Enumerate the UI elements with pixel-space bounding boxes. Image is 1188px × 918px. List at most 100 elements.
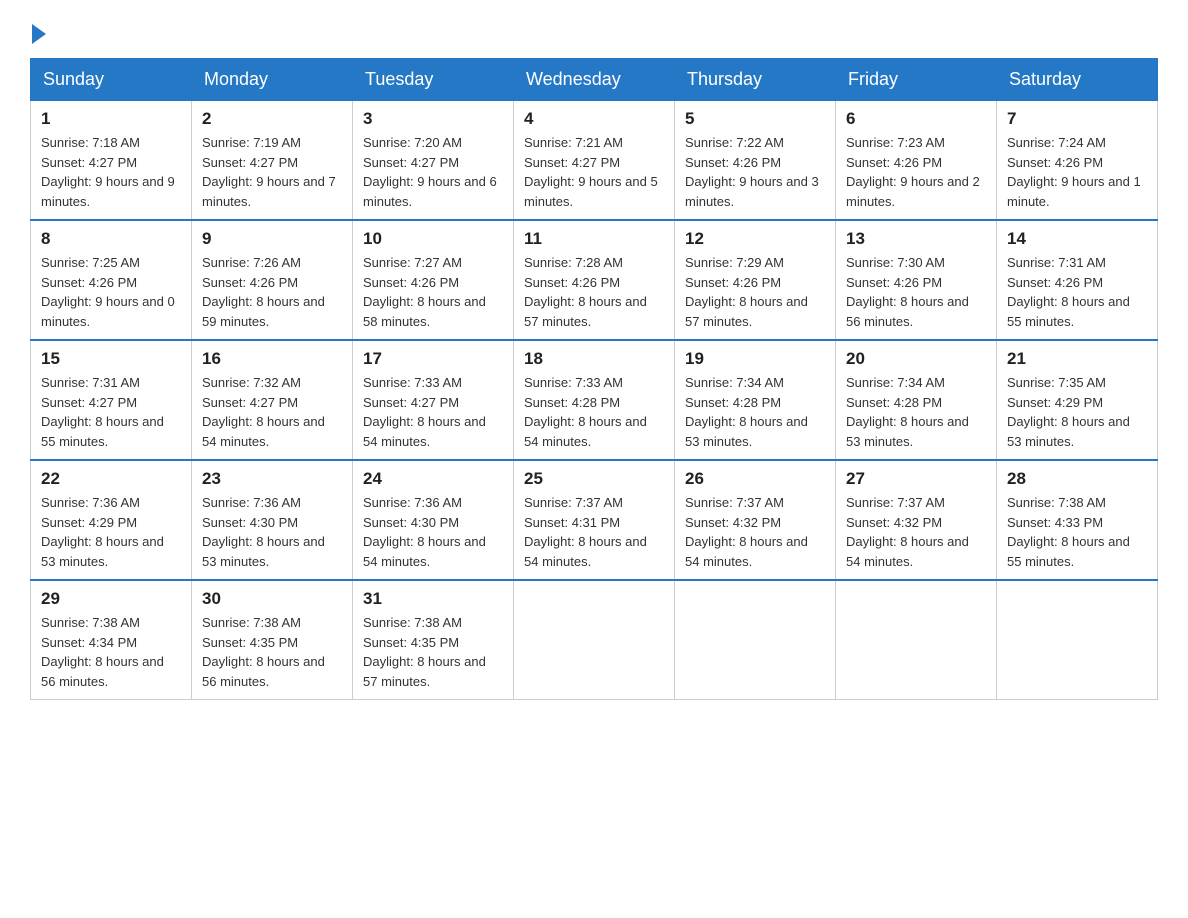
- day-number: 3: [363, 109, 503, 129]
- calendar-cell: 12 Sunrise: 7:29 AM Sunset: 4:26 PM Dayl…: [675, 220, 836, 340]
- day-number: 5: [685, 109, 825, 129]
- calendar-cell: 29 Sunrise: 7:38 AM Sunset: 4:34 PM Dayl…: [31, 580, 192, 700]
- day-number: 2: [202, 109, 342, 129]
- day-info: Sunrise: 7:38 AM Sunset: 4:33 PM Dayligh…: [1007, 493, 1147, 571]
- day-number: 14: [1007, 229, 1147, 249]
- calendar-cell: 1 Sunrise: 7:18 AM Sunset: 4:27 PM Dayli…: [31, 101, 192, 221]
- day-number: 7: [1007, 109, 1147, 129]
- day-number: 10: [363, 229, 503, 249]
- column-header-monday: Monday: [192, 59, 353, 101]
- day-number: 6: [846, 109, 986, 129]
- day-info: Sunrise: 7:37 AM Sunset: 4:32 PM Dayligh…: [846, 493, 986, 571]
- calendar-cell: 31 Sunrise: 7:38 AM Sunset: 4:35 PM Dayl…: [353, 580, 514, 700]
- calendar-cell: 8 Sunrise: 7:25 AMSunset: 4:26 PMDayligh…: [31, 220, 192, 340]
- calendar-cell: 9 Sunrise: 7:26 AM Sunset: 4:26 PM Dayli…: [192, 220, 353, 340]
- calendar-cell: 15 Sunrise: 7:31 AM Sunset: 4:27 PM Dayl…: [31, 340, 192, 460]
- logo: [30, 28, 46, 42]
- calendar-week-1: 1 Sunrise: 7:18 AM Sunset: 4:27 PM Dayli…: [31, 101, 1158, 221]
- calendar-cell: 20 Sunrise: 7:34 AM Sunset: 4:28 PM Dayl…: [836, 340, 997, 460]
- page-header: [30, 20, 1158, 42]
- day-info: Sunrise: 7:31 AM Sunset: 4:27 PM Dayligh…: [41, 373, 181, 451]
- day-number: 27: [846, 469, 986, 489]
- day-info: Sunrise: 7:27 AM Sunset: 4:26 PM Dayligh…: [363, 253, 503, 331]
- day-number: 15: [41, 349, 181, 369]
- day-number: 20: [846, 349, 986, 369]
- calendar-cell: 26 Sunrise: 7:37 AM Sunset: 4:32 PM Dayl…: [675, 460, 836, 580]
- calendar-cell: [836, 580, 997, 700]
- calendar-cell: 2 Sunrise: 7:19 AM Sunset: 4:27 PM Dayli…: [192, 101, 353, 221]
- calendar-cell: [997, 580, 1158, 700]
- day-info: Sunrise: 7:19 AM Sunset: 4:27 PM Dayligh…: [202, 133, 342, 211]
- calendar-week-2: 8 Sunrise: 7:25 AMSunset: 4:26 PMDayligh…: [31, 220, 1158, 340]
- calendar-cell: 23 Sunrise: 7:36 AM Sunset: 4:30 PM Dayl…: [192, 460, 353, 580]
- calendar-cell: 13 Sunrise: 7:30 AM Sunset: 4:26 PM Dayl…: [836, 220, 997, 340]
- day-number: 16: [202, 349, 342, 369]
- calendar-cell: 25 Sunrise: 7:37 AM Sunset: 4:31 PM Dayl…: [514, 460, 675, 580]
- calendar-cell: 3 Sunrise: 7:20 AM Sunset: 4:27 PM Dayli…: [353, 101, 514, 221]
- calendar-cell: 10 Sunrise: 7:27 AM Sunset: 4:26 PM Dayl…: [353, 220, 514, 340]
- calendar-cell: 11 Sunrise: 7:28 AM Sunset: 4:26 PM Dayl…: [514, 220, 675, 340]
- calendar-cell: 5 Sunrise: 7:22 AM Sunset: 4:26 PM Dayli…: [675, 101, 836, 221]
- day-number: 21: [1007, 349, 1147, 369]
- day-number: 13: [846, 229, 986, 249]
- day-number: 17: [363, 349, 503, 369]
- day-info: Sunrise: 7:36 AM Sunset: 4:29 PM Dayligh…: [41, 493, 181, 571]
- day-number: 9: [202, 229, 342, 249]
- calendar-header-row: SundayMondayTuesdayWednesdayThursdayFrid…: [31, 59, 1158, 101]
- calendar-week-5: 29 Sunrise: 7:38 AM Sunset: 4:34 PM Dayl…: [31, 580, 1158, 700]
- day-number: 26: [685, 469, 825, 489]
- day-number: 28: [1007, 469, 1147, 489]
- day-info: Sunrise: 7:18 AM Sunset: 4:27 PM Dayligh…: [41, 133, 181, 211]
- calendar-cell: [675, 580, 836, 700]
- logo-triangle-icon: [30, 28, 46, 44]
- day-number: 18: [524, 349, 664, 369]
- day-number: 11: [524, 229, 664, 249]
- calendar-cell: 22 Sunrise: 7:36 AM Sunset: 4:29 PM Dayl…: [31, 460, 192, 580]
- column-header-thursday: Thursday: [675, 59, 836, 101]
- day-info: Sunrise: 7:22 AM Sunset: 4:26 PM Dayligh…: [685, 133, 825, 211]
- day-info: Sunrise: 7:23 AM Sunset: 4:26 PM Dayligh…: [846, 133, 986, 211]
- day-info: Sunrise: 7:38 AM Sunset: 4:34 PM Dayligh…: [41, 613, 181, 691]
- calendar-cell: 30 Sunrise: 7:38 AM Sunset: 4:35 PM Dayl…: [192, 580, 353, 700]
- day-info: Sunrise: 7:37 AM Sunset: 4:32 PM Dayligh…: [685, 493, 825, 571]
- day-info: Sunrise: 7:24 AM Sunset: 4:26 PM Dayligh…: [1007, 133, 1147, 211]
- column-header-friday: Friday: [836, 59, 997, 101]
- day-info: Sunrise: 7:38 AM Sunset: 4:35 PM Dayligh…: [363, 613, 503, 691]
- calendar-week-3: 15 Sunrise: 7:31 AM Sunset: 4:27 PM Dayl…: [31, 340, 1158, 460]
- day-info: Sunrise: 7:29 AM Sunset: 4:26 PM Dayligh…: [685, 253, 825, 331]
- calendar-cell: 24 Sunrise: 7:36 AM Sunset: 4:30 PM Dayl…: [353, 460, 514, 580]
- day-number: 12: [685, 229, 825, 249]
- day-info: Sunrise: 7:21 AM Sunset: 4:27 PM Dayligh…: [524, 133, 664, 211]
- calendar-cell: [514, 580, 675, 700]
- calendar-cell: 27 Sunrise: 7:37 AM Sunset: 4:32 PM Dayl…: [836, 460, 997, 580]
- day-info: Sunrise: 7:36 AM Sunset: 4:30 PM Dayligh…: [363, 493, 503, 571]
- day-info: Sunrise: 7:30 AM Sunset: 4:26 PM Dayligh…: [846, 253, 986, 331]
- day-number: 25: [524, 469, 664, 489]
- day-number: 31: [363, 589, 503, 609]
- calendar-cell: 14 Sunrise: 7:31 AM Sunset: 4:26 PM Dayl…: [997, 220, 1158, 340]
- column-header-wednesday: Wednesday: [514, 59, 675, 101]
- day-info: Sunrise: 7:26 AM Sunset: 4:26 PM Dayligh…: [202, 253, 342, 331]
- day-info: Sunrise: 7:35 AM Sunset: 4:29 PM Dayligh…: [1007, 373, 1147, 451]
- column-header-sunday: Sunday: [31, 59, 192, 101]
- day-info: Sunrise: 7:34 AM Sunset: 4:28 PM Dayligh…: [846, 373, 986, 451]
- day-number: 24: [363, 469, 503, 489]
- day-number: 30: [202, 589, 342, 609]
- calendar-cell: 18 Sunrise: 7:33 AM Sunset: 4:28 PM Dayl…: [514, 340, 675, 460]
- day-number: 19: [685, 349, 825, 369]
- day-number: 23: [202, 469, 342, 489]
- day-number: 4: [524, 109, 664, 129]
- day-info: Sunrise: 7:31 AM Sunset: 4:26 PM Dayligh…: [1007, 253, 1147, 331]
- calendar-cell: 28 Sunrise: 7:38 AM Sunset: 4:33 PM Dayl…: [997, 460, 1158, 580]
- day-info: Sunrise: 7:36 AM Sunset: 4:30 PM Dayligh…: [202, 493, 342, 571]
- day-info: Sunrise: 7:33 AM Sunset: 4:27 PM Dayligh…: [363, 373, 503, 451]
- calendar-cell: 6 Sunrise: 7:23 AM Sunset: 4:26 PM Dayli…: [836, 101, 997, 221]
- column-header-saturday: Saturday: [997, 59, 1158, 101]
- day-info: Sunrise: 7:38 AM Sunset: 4:35 PM Dayligh…: [202, 613, 342, 691]
- day-info: Sunrise: 7:25 AMSunset: 4:26 PMDaylight:…: [41, 253, 181, 331]
- day-info: Sunrise: 7:32 AM Sunset: 4:27 PM Dayligh…: [202, 373, 342, 451]
- column-header-tuesday: Tuesday: [353, 59, 514, 101]
- day-number: 29: [41, 589, 181, 609]
- calendar-cell: 21 Sunrise: 7:35 AM Sunset: 4:29 PM Dayl…: [997, 340, 1158, 460]
- day-info: Sunrise: 7:34 AM Sunset: 4:28 PM Dayligh…: [685, 373, 825, 451]
